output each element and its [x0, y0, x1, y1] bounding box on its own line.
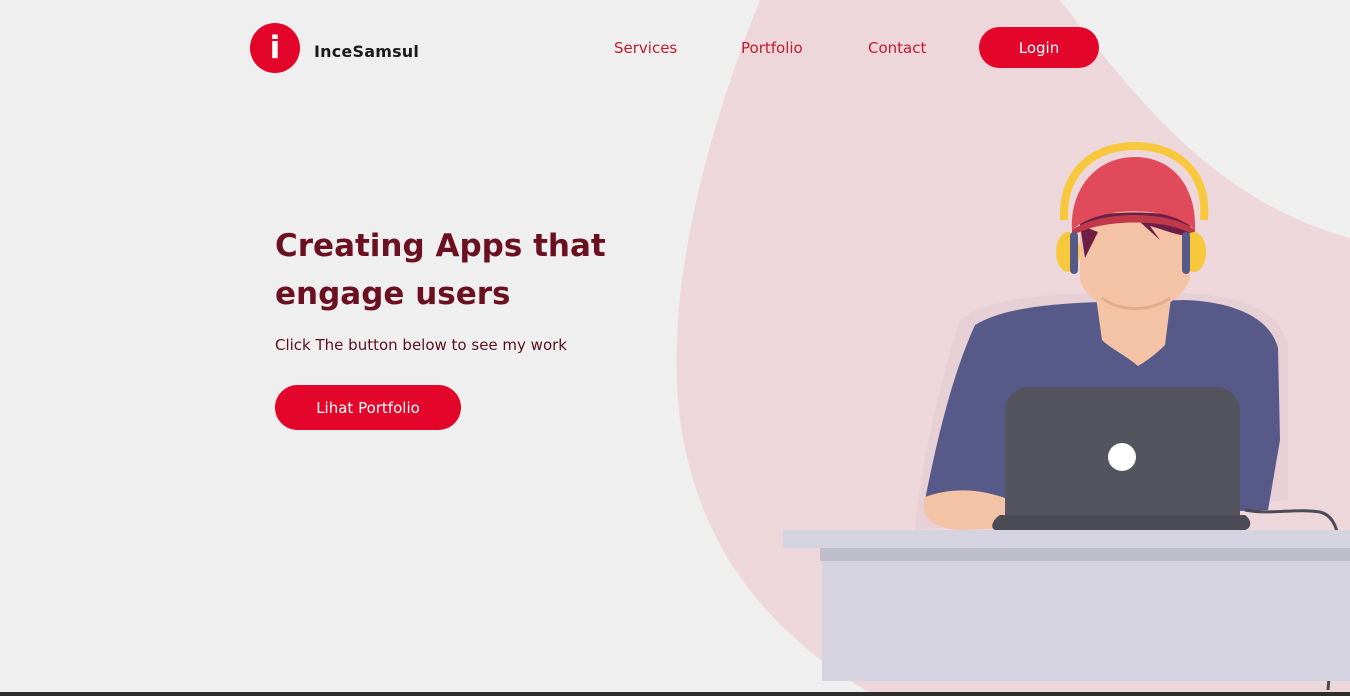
- nav-contact-link[interactable]: Contact: [868, 39, 926, 57]
- logo-letter: i: [269, 29, 281, 66]
- brand-name[interactable]: InceSamsul: [314, 42, 419, 61]
- view-portfolio-button[interactable]: Lihat Portfolio: [275, 385, 461, 430]
- hero-title-line-1: Creating Apps that: [275, 228, 606, 264]
- bottom-border: [0, 692, 1350, 696]
- person-with-laptop-illustration: [783, 141, 1350, 691]
- login-button[interactable]: Login: [979, 27, 1099, 68]
- hero-title: Creating Apps that engage users: [275, 222, 635, 318]
- hero-subtitle: Click The button below to see my work: [275, 336, 567, 354]
- hero-title-line-2: engage users: [275, 276, 511, 312]
- logo-icon[interactable]: i: [250, 23, 300, 73]
- nav-portfolio-link[interactable]: Portfolio: [741, 39, 803, 57]
- landing-page: i InceSamsul Services Portfolio Contact …: [0, 0, 1350, 696]
- nav-services-link[interactable]: Services: [614, 39, 677, 57]
